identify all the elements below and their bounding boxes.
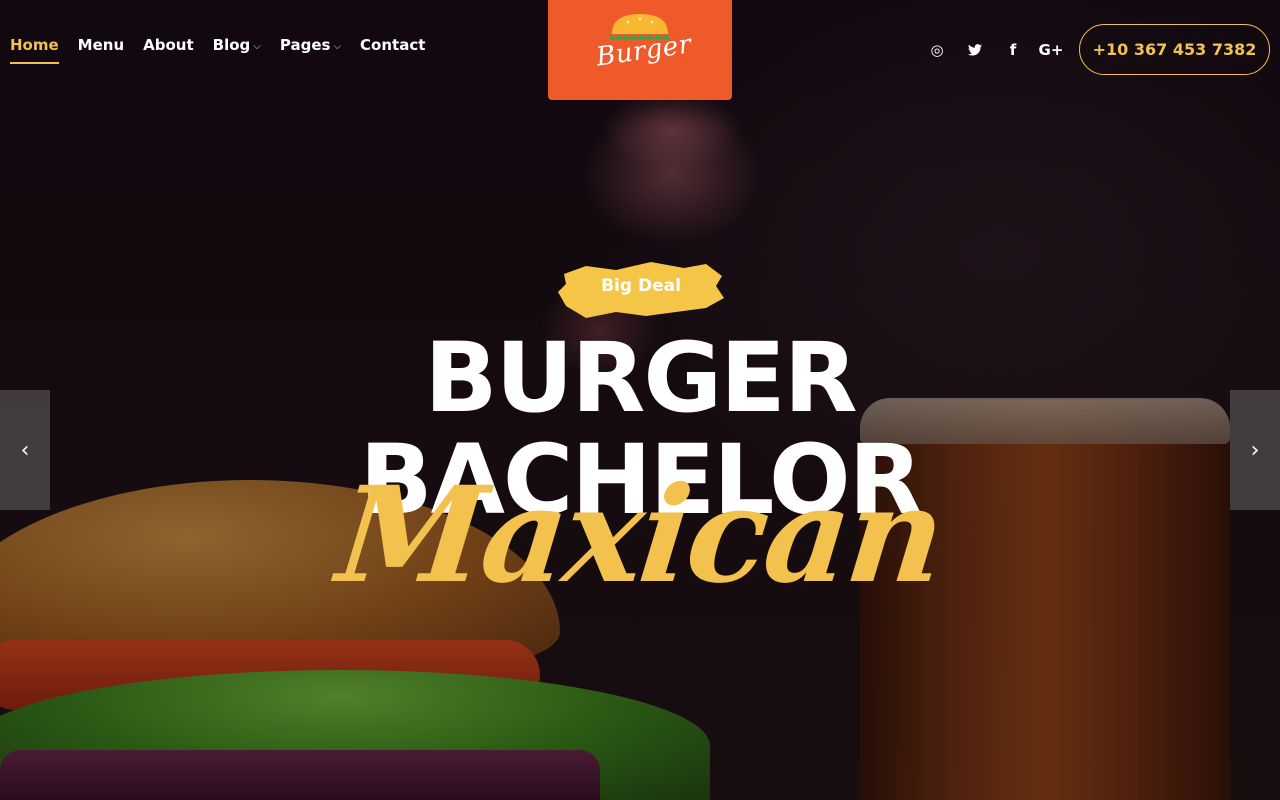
slider-prev-button[interactable]: ‹: [0, 390, 50, 510]
nav-item-pages[interactable]: Pages ⌵: [280, 36, 341, 64]
nav-item-label: Pages: [279, 36, 331, 54]
nav-item-label: Blog: [212, 36, 251, 54]
hero-script-text: Maxican: [331, 458, 949, 613]
chevron-down-icon: ⌵: [333, 41, 342, 52]
nav-item-about[interactable]: About: [143, 36, 194, 64]
chevron-right-icon: ›: [1250, 437, 1260, 463]
nav-item-label: Contact: [360, 36, 426, 54]
badge-text: Big Deal: [601, 276, 681, 296]
nav-item-contact[interactable]: Contact: [360, 36, 425, 64]
site-logo[interactable]: Burger: [548, 0, 732, 100]
facebook-icon[interactable]: f: [994, 38, 1032, 62]
phone-button[interactable]: +10 367 453 7382: [1079, 24, 1270, 75]
social-links: ◎ f G+: [918, 38, 1070, 62]
chevron-down-icon: ⌵: [253, 41, 261, 52]
nav-item-menu[interactable]: Menu: [78, 36, 124, 64]
nav-item-label: About: [143, 36, 194, 54]
nav-item-home[interactable]: Home: [10, 36, 59, 64]
main-nav: Home Menu About Blog ⌵ Pages ⌵ Contact: [10, 36, 425, 64]
chevron-left-icon: ‹: [20, 437, 30, 463]
instagram-icon[interactable]: ◎: [918, 38, 956, 62]
big-deal-badge: Big Deal: [556, 256, 726, 320]
nav-item-blog[interactable]: Blog ⌵: [213, 36, 261, 64]
twitter-icon[interactable]: [956, 38, 994, 62]
google-plus-icon[interactable]: G+: [1032, 38, 1070, 62]
nav-item-label: Menu: [77, 36, 125, 54]
nav-item-label: Home: [10, 36, 59, 54]
slider-next-button[interactable]: ›: [1230, 390, 1280, 510]
hero-title-line-1: BURGER: [424, 322, 857, 434]
